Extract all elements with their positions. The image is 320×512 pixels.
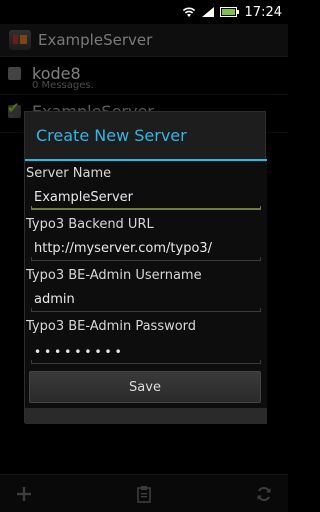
backend-url-underline	[31, 257, 261, 261]
dialog-divider	[25, 159, 267, 161]
password-underline	[31, 360, 261, 364]
dialog-title: Create New Server	[36, 126, 187, 145]
create-server-dialog: Create New Server Server Name ExampleSer…	[24, 111, 267, 424]
status-time: 17:24	[244, 4, 282, 20]
signal-icon	[201, 3, 215, 22]
username-label: Typo3 BE-Admin Username	[26, 268, 202, 283]
server-name-underline	[31, 206, 261, 210]
server-form: Server Name ExampleServer Typo3 Backend …	[25, 162, 267, 412]
battery-icon	[219, 3, 240, 22]
status-icons: 17:24	[182, 0, 282, 24]
dialog-footer	[25, 408, 267, 424]
backend-url-input[interactable]: http://myserver.com/typo3/	[34, 241, 212, 256]
server-name-input[interactable]: ExampleServer	[34, 190, 133, 205]
password-input[interactable]: •••••••••	[34, 345, 125, 359]
wifi-icon	[182, 3, 196, 22]
backend-url-label: Typo3 Backend URL	[26, 217, 154, 232]
status-bar: 17:24	[0, 0, 288, 24]
server-name-label: Server Name	[26, 166, 112, 181]
password-label: Typo3 BE-Admin Password	[26, 319, 197, 334]
username-underline	[31, 308, 261, 312]
username-input[interactable]: admin	[34, 292, 75, 307]
save-button[interactable]: Save	[29, 371, 261, 403]
